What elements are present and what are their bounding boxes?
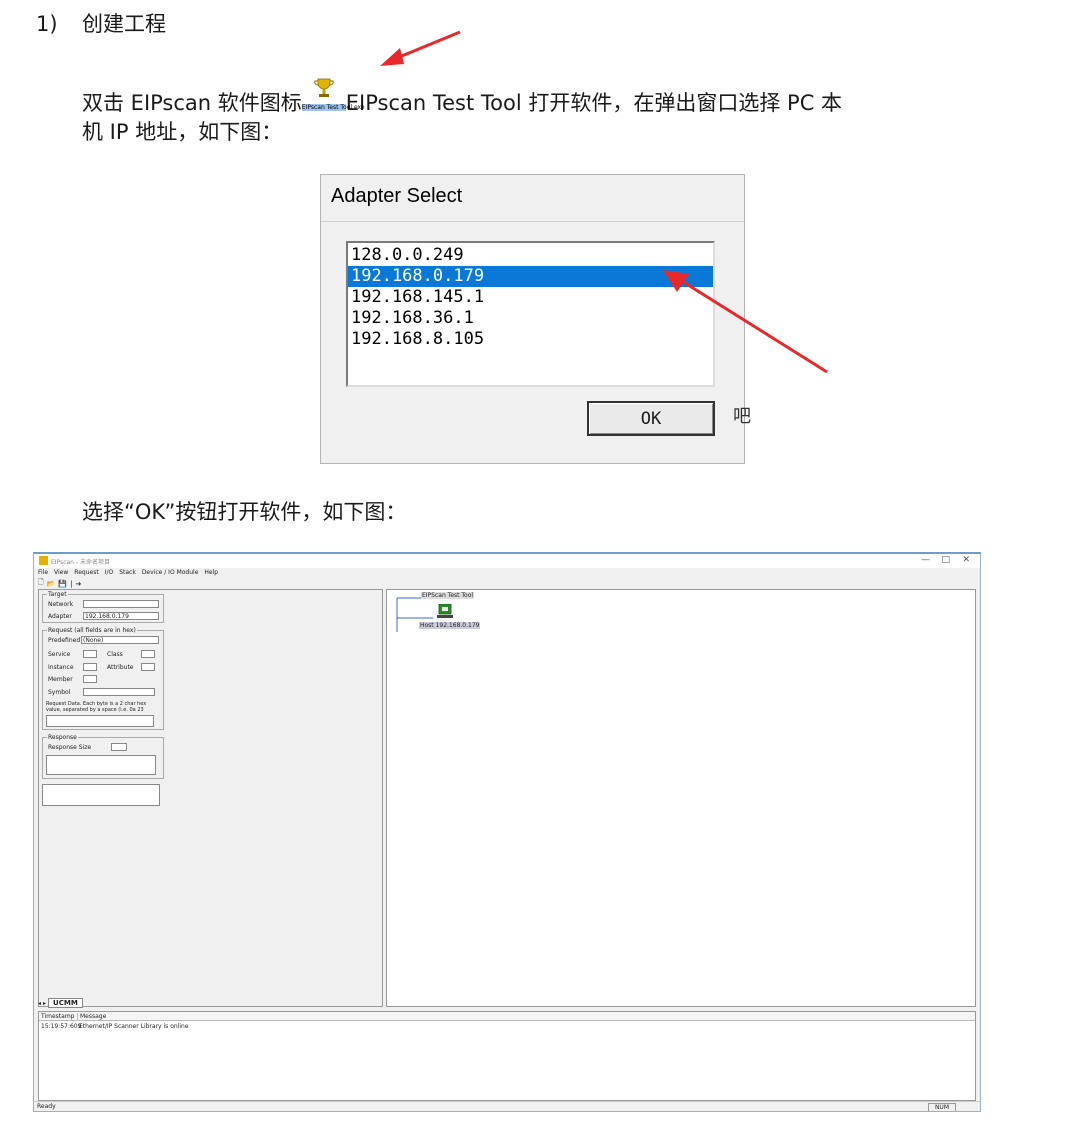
device-tree-pane: EIPScan Test Tool Host 192.168.0.179 (386, 589, 976, 1007)
response-size-label: Response Size (48, 744, 92, 751)
desktop-icon-caption: EIPscan Test Tool.exe (301, 104, 365, 111)
log-header: Timestamp Message (39, 1012, 975, 1021)
service-label: Service (48, 651, 71, 658)
class-input[interactable] (141, 650, 155, 658)
heading-text: 创建工程 (82, 12, 166, 36)
tree-host-label[interactable]: Host 192.168.0.179 (419, 622, 481, 629)
message-column-header[interactable]: Message (77, 1013, 106, 1020)
tab-strip: ◂ ▸ UCMM (38, 998, 83, 1008)
open-folder-icon[interactable]: 📂 (47, 580, 56, 588)
member-label: Member (48, 676, 73, 683)
service-input[interactable] (83, 650, 97, 658)
response-legend: Response (47, 734, 78, 741)
menu-help[interactable]: Help (204, 569, 218, 578)
timestamp-column-header[interactable]: Timestamp (41, 1013, 75, 1020)
adapter-option[interactable]: 128.0.0.249 (348, 245, 713, 266)
menu-device-io-module[interactable]: Device / IO Module (142, 569, 199, 578)
symbol-label: Symbol (48, 689, 71, 696)
red-arrow-icon (380, 30, 461, 66)
menu-stack[interactable]: Stack (119, 569, 136, 578)
toolbar: 🗋 📂 💾 | ➔ (38, 578, 81, 589)
tab-scroll-right-icon[interactable]: ▸ (43, 1000, 46, 1007)
member-input[interactable] (83, 675, 97, 683)
network-input[interactable] (83, 600, 159, 608)
instance-input[interactable] (83, 663, 97, 671)
new-file-icon[interactable]: 🗋 (38, 578, 44, 589)
response-size-input[interactable] (111, 743, 127, 751)
minimize-icon[interactable]: — (921, 555, 930, 565)
log-timestamp: 15:19:57:609 (41, 1023, 82, 1030)
adapter-select[interactable]: 192.168.0.179 (83, 612, 159, 620)
menu-request[interactable]: Request (74, 569, 98, 578)
app-icon (39, 556, 48, 565)
attribute-input[interactable] (141, 663, 155, 671)
background-text-fragment: 吧 (733, 406, 751, 427)
tab-scroll-left-icon[interactable]: ◂ (38, 1000, 41, 1007)
host-computer-icon[interactable] (437, 603, 455, 618)
app-title: EIPscan - 未命名项目 (51, 559, 110, 566)
target-legend: Target (47, 591, 68, 598)
eipscan-desktop-icon: EIPscan Test Tool.exe (301, 74, 365, 126)
instruction-text-after-icon: EIPscan Test Tool 打开软件，在弹出窗口选择 PC 本 (345, 91, 843, 115)
request-data-input[interactable] (46, 715, 154, 727)
network-label: Network (48, 601, 74, 608)
instruction-line-2: 机 IP 地址，如下图： (82, 120, 283, 144)
run-icon[interactable]: ➔ (75, 580, 81, 588)
predefined-select[interactable]: (None) (81, 636, 159, 644)
adapter-option-selected[interactable]: 192.168.0.179 (348, 266, 713, 287)
target-group: Target Network Adapter 192.168.0.179 (42, 591, 164, 623)
class-label: Class (107, 651, 123, 658)
menu-file[interactable]: File (38, 569, 48, 578)
app-title-bar: EIPscan - 未命名项目 — □ ✕ (34, 554, 980, 568)
request-group: Request (all fields are in hex) Predefin… (42, 627, 164, 730)
close-icon[interactable]: ✕ (962, 555, 970, 565)
tree-root-label[interactable]: EIPScan Test Tool (421, 592, 475, 599)
request-legend: Request (all fields are in hex) (47, 627, 137, 634)
menu-bar: File View Request I/O Stack Device / IO … (38, 569, 218, 578)
instruction-line-3: 选择“OK”按钮打开软件，如下图： (82, 500, 407, 524)
request-config-pane: Target Network Adapter 192.168.0.179 Req… (38, 589, 383, 1007)
dialog-title-divider (321, 221, 744, 222)
response-data-output (46, 755, 156, 775)
save-icon[interactable]: 💾 (58, 580, 67, 588)
maximize-icon[interactable]: □ (941, 555, 950, 565)
request-data-hint: Request Data. Each byte is a 2 char hex … (46, 701, 147, 713)
adapter-option[interactable]: 192.168.36.1 (348, 308, 713, 329)
instruction-text-before-icon: 双击 EIPscan 软件图标 (82, 91, 302, 115)
eipscan-app-window: EIPscan - 未命名项目 — □ ✕ File View Request … (33, 552, 981, 1112)
section-heading: 1) 创建工程 (36, 8, 166, 38)
instance-label: Instance (48, 664, 74, 671)
message-log: Timestamp Message 15:19:57:609 Ethernet/… (38, 1011, 976, 1101)
ok-button[interactable]: OK (587, 401, 715, 436)
trophy-icon (314, 78, 334, 97)
status-output-box (42, 784, 160, 806)
status-bar: Ready NUM (34, 1101, 980, 1111)
adapter-option[interactable]: 192.168.145.1 (348, 287, 713, 308)
menu-io[interactable]: I/O (105, 569, 114, 578)
tab-ucmm[interactable]: UCMM (48, 998, 83, 1008)
status-num-indicator: NUM (927, 1103, 956, 1111)
heading-number: 1) (36, 12, 58, 36)
adapter-listbox[interactable]: 128.0.0.249 192.168.0.179 192.168.145.1 … (346, 241, 715, 387)
predefined-label: Predefined (48, 637, 81, 644)
attribute-label: Attribute (107, 664, 134, 671)
response-group: Response Response Size (42, 734, 164, 779)
adapter-option[interactable]: 192.168.8.105 (348, 329, 713, 350)
adapter-label: Adapter (48, 613, 72, 620)
log-message: Ethernet/IP Scanner Library is online (79, 1023, 189, 1030)
status-ready: Ready (37, 1103, 56, 1110)
toolbar-separator: | (70, 579, 73, 588)
symbol-input[interactable] (83, 688, 155, 696)
menu-view[interactable]: View (54, 569, 68, 578)
dialog-title: Adapter Select (331, 185, 463, 207)
adapter-select-dialog: Adapter Select 128.0.0.249 192.168.0.179… (320, 174, 751, 464)
